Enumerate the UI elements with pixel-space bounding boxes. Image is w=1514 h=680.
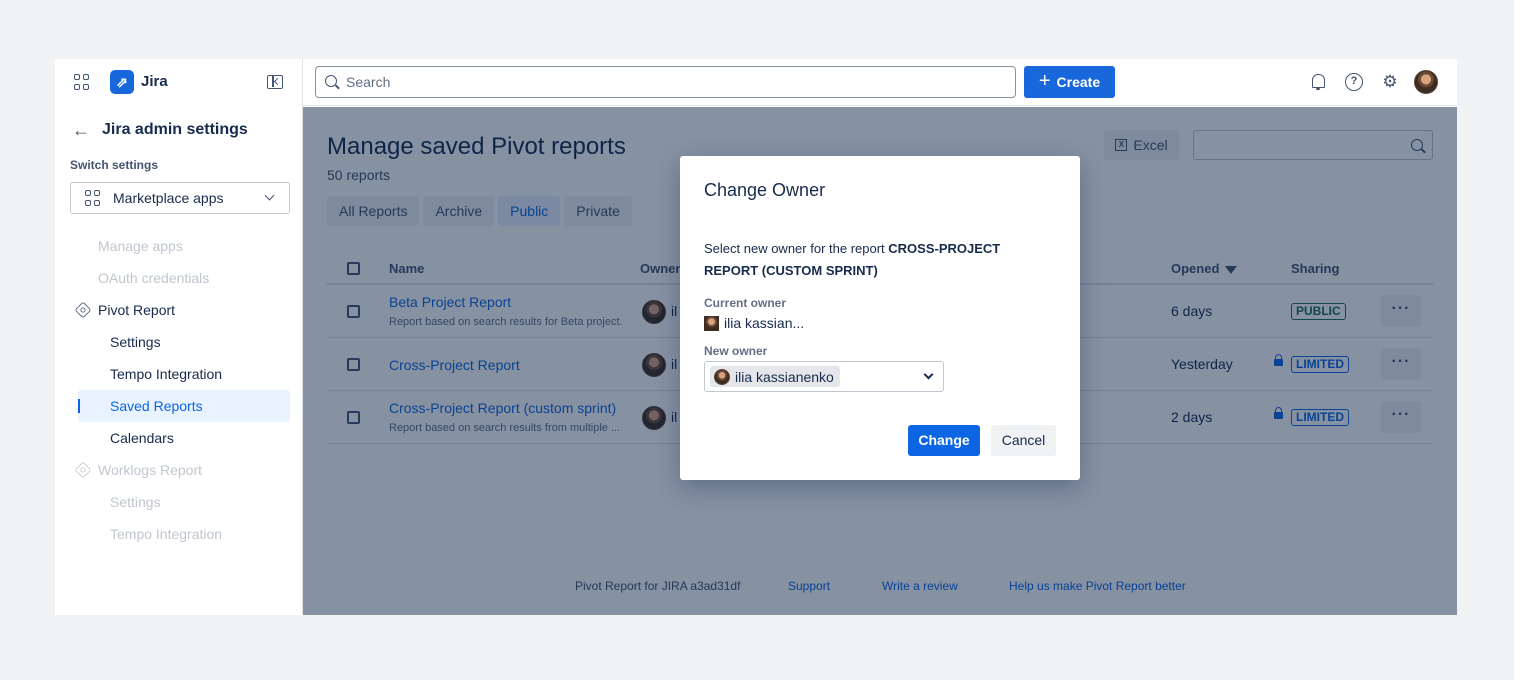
dialog-message-prefix: Select new owner for the report [704,241,889,256]
sidebar-item-settings[interactable]: Settings [110,334,161,350]
jira-logo-icon[interactable]: ⇗ [110,70,134,94]
new-owner-label: New owner [704,344,768,358]
search-input[interactable]: Search [315,66,1016,98]
switch-settings-select[interactable]: Marketplace apps [70,182,290,214]
plus-icon: + [1038,69,1051,92]
search-placeholder: Search [346,74,391,90]
sidebar-item-pivot-report[interactable]: Pivot Report [98,302,175,318]
dialog-title: Change Owner [704,180,826,200]
create-label: Create [1056,74,1101,90]
chevron-down-icon [923,369,934,380]
app-name[interactable]: Jira [141,73,168,90]
sidebar-item-saved-reports[interactable]: Saved Reports [78,390,290,422]
selected-owner-name: ilia kassianenko [735,368,834,385]
sidebar-item-worklogs-settings[interactable]: Settings [110,494,161,510]
back-arrow-icon[interactable]: ← [72,120,90,141]
user-avatar[interactable] [1414,70,1438,94]
switch-settings-value: Marketplace apps [113,190,224,206]
help-icon[interactable]: ? [1345,73,1363,91]
pivot-report-icon [74,301,92,319]
top-bar: Search + Create ? ⚙ [303,59,1457,106]
current-owner-name: ilia kassian... [724,315,805,331]
settings-gear-icon[interactable]: ⚙ [1381,73,1399,91]
sidebar-item-calendars[interactable]: Calendars [110,430,174,446]
search-icon [325,75,337,87]
dialog-message: Select new owner for the report CROSS-PR… [704,238,1034,282]
current-owner-avatar [704,315,719,331]
sidebar-item-worklogs-tempo-integration[interactable]: Tempo Integration [110,526,222,542]
marketplace-apps-icon [85,190,101,206]
switch-settings-label: Switch settings [70,158,159,172]
sidebar-item-worklogs-report[interactable]: Worklogs Report [98,462,202,478]
collapse-sidebar-icon[interactable] [267,75,283,89]
new-owner-select[interactable]: ilia kassianenko [704,361,944,392]
selected-owner-chip: ilia kassianenko [710,366,840,387]
create-button[interactable]: + Create [1024,66,1115,98]
sidebar-item-manage-apps[interactable]: Manage apps [98,238,183,254]
sidebar-title: Jira admin settings [102,121,248,138]
notifications-bell-icon[interactable] [1309,73,1327,91]
change-owner-dialog: Change Owner Select new owner for the re… [680,156,1080,480]
selected-owner-avatar [714,368,730,385]
sidebar: ⇗ Jira ← Jira admin settings Switch sett… [55,59,303,615]
sidebar-item-tempo-integration[interactable]: Tempo Integration [110,366,222,382]
change-button[interactable]: Change [908,425,980,456]
current-owner: ilia kassian... [704,315,804,331]
current-owner-label: Current owner [704,296,787,310]
app-switcher-icon[interactable] [74,74,90,90]
chevron-down-icon [264,190,275,201]
cancel-button[interactable]: Cancel [991,425,1056,456]
worklogs-report-icon [74,461,92,479]
sidebar-item-oauth-credentials[interactable]: OAuth credentials [98,270,209,286]
